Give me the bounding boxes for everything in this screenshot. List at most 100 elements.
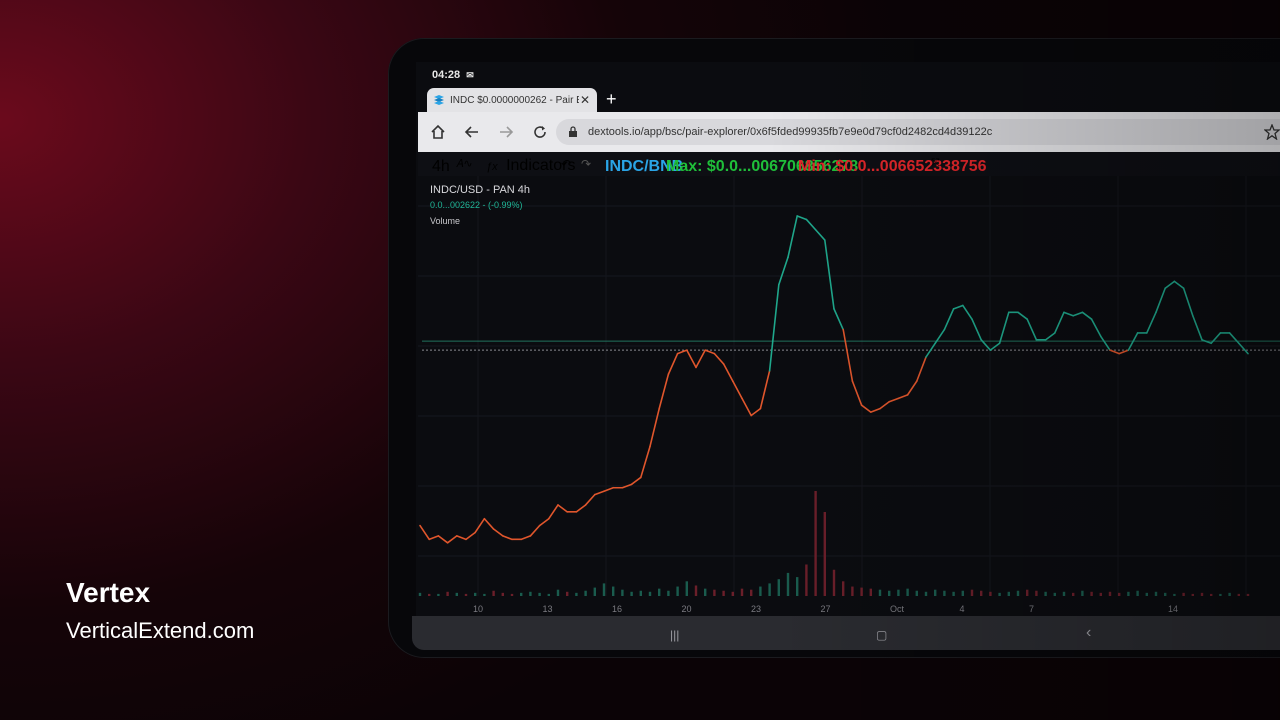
price-line-segment (658, 373, 670, 410)
volume-bar (1210, 593, 1213, 596)
price-line-segment (1173, 280, 1185, 290)
recents-button[interactable]: ||| (670, 628, 679, 642)
brand-url: VerticalExtend.com (66, 618, 255, 643)
volume-bar (556, 589, 560, 596)
price-line-segment (667, 352, 679, 376)
home-icon[interactable] (430, 124, 446, 140)
price-line-segment (722, 363, 734, 382)
price-line-segment (704, 349, 716, 355)
volume-bar (704, 588, 707, 596)
volume-bar (1062, 591, 1066, 596)
forward-arrow-icon[interactable] (498, 124, 514, 140)
volume-bar (897, 589, 900, 596)
volume-bar (1145, 592, 1148, 596)
volume-bar (786, 572, 790, 596)
price-line-segment (640, 445, 651, 479)
price-line-segment (823, 239, 835, 310)
price-line-segment (1026, 318, 1038, 341)
volume-bar (612, 586, 615, 596)
address-bar[interactable]: dextools.io/app/bsc/pair-explorer/0x6f5f… (556, 119, 1280, 145)
x-tick-label: Oct (890, 604, 905, 614)
volume-bar (961, 590, 964, 596)
price-line-segment (1063, 311, 1075, 317)
volume-bar (1099, 592, 1102, 596)
bookmark-star-icon[interactable] (1264, 124, 1280, 140)
fullscreen-icon[interactable]: ⤧ (931, 157, 940, 170)
volume-bar (501, 592, 504, 596)
back-button[interactable]: ‹ (1086, 624, 1091, 642)
x-tick-label: 14 (1168, 604, 1178, 614)
volume-bar (970, 589, 974, 596)
chart-style-icon[interactable]: 𝐴∿ (456, 157, 473, 171)
new-tab-button[interactable]: + (606, 88, 617, 110)
price-line-segment (713, 352, 725, 365)
volume-bar (1237, 593, 1240, 596)
volume-bar (722, 590, 725, 596)
back-arrow-icon[interactable] (464, 124, 480, 140)
close-tab-icon[interactable]: ✕ (579, 93, 591, 107)
volume-bar (1246, 593, 1250, 596)
volume-bar (630, 591, 633, 596)
price-line-segment (741, 397, 753, 417)
volume-bar (731, 591, 734, 596)
volume-bar (437, 593, 440, 596)
price-line-segment (575, 504, 587, 513)
price-line-segment (465, 531, 477, 541)
price-line-segment (557, 504, 568, 513)
volume-bar (924, 591, 928, 596)
volume-bar (1219, 593, 1222, 596)
volume-bar (621, 589, 624, 596)
price-line-segment (787, 215, 799, 259)
volume-bar (768, 583, 771, 596)
volume-bar (906, 588, 909, 596)
x-tick-label: 23 (751, 604, 761, 614)
price-line-segment (1053, 311, 1065, 334)
volume-bar (1090, 591, 1093, 596)
volume-bar (685, 581, 688, 596)
volume-bar (455, 592, 458, 596)
volume-bar (888, 590, 891, 596)
price-line-segment (1191, 314, 1203, 341)
volume-bar (1127, 591, 1130, 596)
interval-selector[interactable]: 4h (432, 158, 450, 176)
lock-icon (569, 126, 577, 137)
price-line-segment (502, 535, 513, 541)
price-line-segment (796, 215, 808, 221)
price-line-segment (906, 380, 918, 396)
price-line-segment (971, 318, 983, 341)
price-line-segment (888, 397, 900, 403)
volume-bar (1044, 591, 1047, 596)
browser-tab[interactable]: INDC $0.0000000262 - Pair E ✕ (427, 88, 597, 112)
price-line-segment (777, 256, 789, 286)
volume-bar (510, 593, 514, 596)
volume-bar (1035, 590, 1038, 596)
x-tick-label: 16 (612, 604, 622, 614)
volume-bar (943, 590, 946, 596)
price-line-segment (998, 311, 1010, 345)
volume-bar (492, 590, 495, 596)
redo-icon[interactable]: ↷ (581, 157, 591, 171)
price-line-segment (915, 356, 927, 382)
price-line-segment (1099, 335, 1111, 351)
volume-bar (547, 593, 550, 596)
price-line-segment (695, 349, 707, 369)
chart-title: INDC/USD - PAN 4h (430, 184, 531, 196)
price-line-segment (676, 349, 688, 355)
price-line-segment (1155, 287, 1167, 314)
volume-bar (1200, 592, 1204, 596)
volume-bar (842, 581, 845, 596)
home-button[interactable]: ▢ (876, 628, 887, 642)
volume-bar (1173, 593, 1176, 596)
min-price: Min: $0.0...006652338756 (798, 158, 987, 175)
price-line-segment (548, 504, 559, 520)
volume-bar (869, 588, 872, 596)
price-line-segment (897, 394, 909, 400)
volume-label: Volume (430, 216, 461, 226)
price-line-segment (879, 400, 891, 410)
volume-bar (713, 589, 716, 596)
price-line-segment (1017, 311, 1029, 320)
undo-icon[interactable]: ↶ (561, 157, 571, 171)
reload-icon[interactable] (532, 124, 548, 140)
price-chart-canvas[interactable]: 10 13 16 20 23 27 Oct 4 7 14 (418, 176, 1280, 616)
price-readout: 0.0...002622 - (-0.99%) (430, 200, 523, 210)
